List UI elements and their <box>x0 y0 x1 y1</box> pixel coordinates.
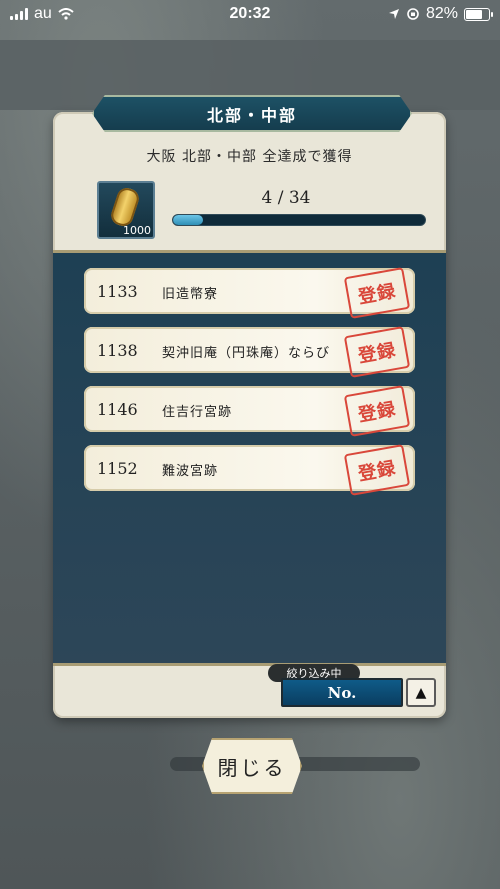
reward-item[interactable]: 1000 <box>97 181 155 239</box>
list-item[interactable]: 1138 契沖旧庵（円珠庵）ならび 登録 <box>84 326 415 378</box>
list-item[interactable]: 1152 難波宮跡 登録 <box>84 444 415 496</box>
sort-select[interactable]: No. <box>281 678 403 707</box>
battery-icon <box>464 7 493 21</box>
reward-quantity: 1000 <box>123 224 151 237</box>
entry-number: 1146 <box>97 400 138 419</box>
entry-name: 難波宮跡 <box>162 464 219 479</box>
progress-bar-fill <box>173 215 203 225</box>
list-item[interactable]: 1133 旧造幣寮 登録 <box>84 267 415 319</box>
registered-stamp: 登録 <box>343 385 411 437</box>
status-bar: au 20:32 82% <box>0 0 500 30</box>
registered-stamp: 登録 <box>343 267 411 319</box>
entry-name: 旧造幣寮 <box>162 287 219 302</box>
entry-name: 住吉行宮跡 <box>162 405 233 420</box>
registered-stamp: 登録 <box>343 326 411 378</box>
entry-number: 1133 <box>97 282 138 301</box>
location-icon <box>388 9 399 19</box>
entry-name: 契沖旧庵（円珠庵）ならび <box>162 346 331 361</box>
dialog-title: 北部・中部 <box>92 95 412 132</box>
entry-number: 1138 <box>97 341 138 360</box>
status-right: 82% <box>388 5 493 23</box>
gold-coin-icon <box>108 185 142 229</box>
orientation-lock-icon <box>407 8 419 20</box>
progress-count: 4 / 34 <box>261 188 311 208</box>
list-item[interactable]: 1146 住吉行宮跡 登録 <box>84 385 415 437</box>
dialog-subtitle: 大阪 北部・中部 全達成で獲得 <box>146 149 353 165</box>
sort-order-button[interactable]: ▲ <box>406 678 436 707</box>
progress-bar <box>172 214 426 226</box>
close-button[interactable]: 閉じる <box>202 738 302 794</box>
battery-percent: 82% <box>425 5 458 22</box>
entry-number: 1152 <box>97 459 138 478</box>
registered-stamp: 登録 <box>343 444 411 496</box>
